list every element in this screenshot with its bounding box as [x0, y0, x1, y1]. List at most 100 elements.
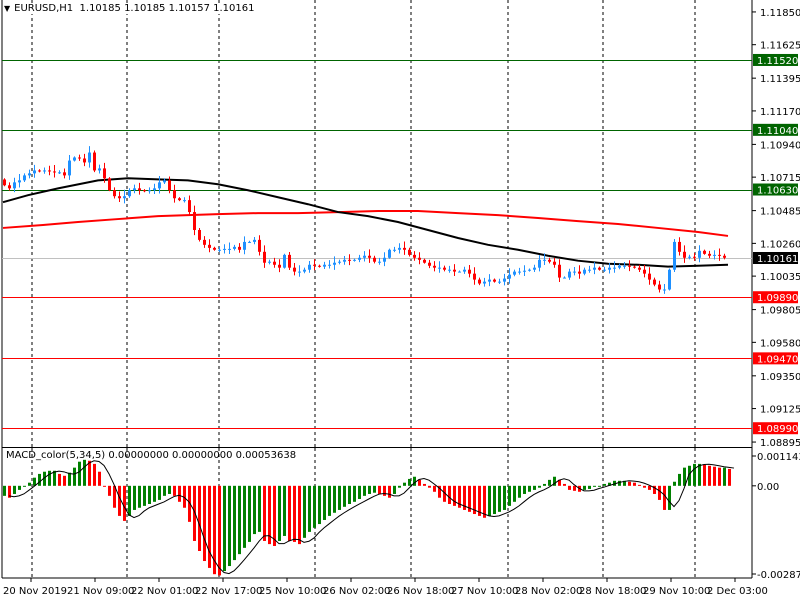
candle-bullish: [623, 265, 626, 267]
macd-histogram-bar: [423, 483, 426, 486]
candle-bullish: [518, 271, 521, 273]
macd-histogram-bar: [723, 467, 726, 486]
candle-bullish: [593, 267, 596, 270]
candle-bearish: [558, 264, 561, 278]
macd-histogram-bar: [433, 485, 436, 492]
candle-bearish: [718, 254, 721, 256]
candle-bearish: [598, 267, 601, 270]
candle-bullish: [228, 248, 231, 250]
candle-bearish: [263, 251, 266, 263]
macd-histogram-bar: [238, 485, 241, 555]
macd-histogram-bar: [648, 485, 651, 490]
macd-histogram-bar: [283, 485, 286, 536]
candle-bearish: [633, 266, 636, 268]
time-tick-label: 29 Nov 10:00: [643, 586, 710, 597]
candle-bearish: [643, 269, 646, 274]
macd-histogram-bar: [293, 485, 296, 542]
candle-bullish: [608, 267, 611, 270]
macd-histogram-bar: [448, 485, 451, 504]
macd-histogram-bar: [253, 485, 256, 535]
macd-histogram-bar: [78, 461, 81, 486]
candle-bullish: [128, 190, 131, 197]
level-price-label: 1.10630: [757, 186, 798, 197]
macd-histogram-bar: [353, 485, 356, 502]
candle-bullish: [383, 257, 386, 262]
macd-histogram-bar: [328, 485, 331, 516]
macd-histogram-bar: [518, 485, 521, 498]
candle-bullish: [438, 267, 441, 269]
candle-bullish: [523, 270, 526, 272]
candle-bearish: [193, 212, 196, 230]
candle-bullish: [163, 180, 166, 183]
candle-bearish: [423, 259, 426, 263]
macd-histogram-bar: [13, 485, 16, 494]
candle-bullish: [98, 168, 101, 171]
macd-histogram-bar: [138, 485, 141, 508]
macd-histogram-bar: [363, 485, 366, 496]
time-tick-label: 26 Nov 02:00: [323, 586, 390, 597]
time-tick-label: 28 Nov 02:00: [515, 586, 582, 597]
candle-bullish: [538, 259, 541, 268]
candle-bearish: [468, 269, 471, 274]
macd-histogram-bar: [678, 473, 681, 486]
candle-bearish: [368, 255, 371, 258]
macd-histogram-bar: [3, 485, 6, 496]
chart-header: ▼ EURUSD,H1 1.10185 1.10185 1.10157 1.101…: [4, 3, 255, 14]
triangle-down-icon[interactable]: ▼: [4, 4, 10, 13]
macd-histogram-bar: [543, 483, 546, 486]
candle-bearish: [418, 257, 421, 260]
candle-bullish: [343, 259, 346, 262]
macd-histogram-bar: [228, 485, 231, 567]
candle-bullish: [323, 264, 326, 267]
candle-bearish: [428, 262, 431, 266]
candle-bullish: [158, 182, 161, 189]
symbol-label: EURUSD,H1: [14, 3, 74, 14]
level-price-label: 1.11040: [757, 126, 798, 137]
candle-bullish: [353, 259, 356, 261]
candle-bearish: [578, 271, 581, 274]
candle-bullish: [568, 271, 571, 278]
price-tick-label: 1.10715: [760, 173, 800, 184]
macd-histogram-bar: [368, 485, 371, 494]
price-tick-label: 1.10485: [760, 207, 800, 218]
candle-bearish: [373, 257, 376, 262]
candle-bullish: [43, 170, 46, 172]
macd-histogram-bar: [693, 463, 696, 486]
candle-bullish: [448, 269, 451, 271]
macd-histogram-bar: [333, 485, 336, 513]
time-tick-label: 21 Nov 09:00: [67, 586, 134, 597]
candle-bullish: [668, 269, 671, 290]
macd-histogram-bar: [673, 481, 676, 486]
time-tick-label: 2 Dec 03:00: [707, 586, 768, 597]
candle-bearish: [278, 264, 281, 268]
macd-histogram-bar: [133, 485, 136, 510]
time-tick-label: 28 Nov 18:00: [579, 586, 646, 597]
candle-bearish: [638, 267, 641, 270]
macd-histogram-bar: [418, 479, 421, 486]
candle-bearish: [648, 273, 651, 280]
moving-average-fast: [2, 177, 729, 268]
candle-bearish: [103, 168, 106, 179]
candle-bearish: [413, 254, 416, 258]
macd-histogram-bar: [453, 485, 456, 506]
candle-bearish: [138, 188, 141, 191]
candle-bullish: [573, 271, 576, 273]
candle-bearish: [478, 279, 481, 284]
candle-bullish: [233, 246, 236, 249]
candle-bearish: [8, 185, 11, 189]
macd-histogram-bar: [403, 482, 406, 486]
macd-histogram-bar: [73, 467, 76, 486]
macd-histogram-bar: [383, 485, 386, 496]
candle-bearish: [173, 190, 176, 199]
candle-bearish: [178, 198, 181, 201]
macd-histogram-bar: [603, 483, 606, 486]
macd-histogram-bar: [573, 485, 576, 491]
chart-window[interactable]: 1.11850 1.11625 1.11395 1.11170 1.10940 1.107…: [0, 0, 800, 600]
macd-histogram-bar: [583, 485, 586, 490]
candle-bullish: [388, 249, 391, 258]
candle-bearish: [113, 190, 116, 197]
chart-canvas[interactable]: 1.11850 1.11625 1.11395 1.11170 1.10940 1.107…: [0, 0, 800, 600]
macd-tick-label: 0.00: [757, 482, 779, 493]
macd-histogram-bar: [588, 485, 591, 489]
macd-histogram-bar: [258, 485, 261, 532]
